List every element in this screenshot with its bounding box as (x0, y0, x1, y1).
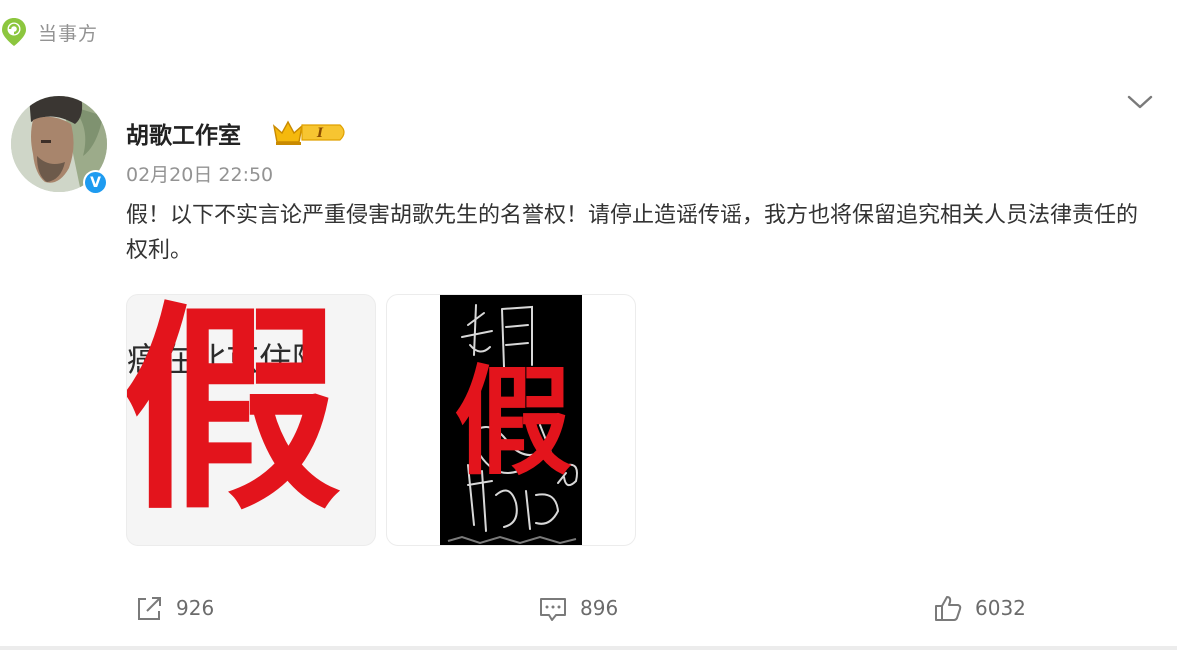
card-divider (0, 646, 1177, 650)
chevron-down-icon[interactable] (1126, 92, 1154, 112)
thumbs-up-icon (933, 593, 963, 623)
verified-badge-icon: V (83, 170, 108, 195)
comment-count: 896 (580, 596, 619, 620)
post-image-2[interactable]: 假 (386, 294, 636, 546)
like-count: 6032 (975, 596, 1026, 620)
repost-button[interactable]: 926 (134, 590, 214, 626)
signature-image-panel: 假 (440, 295, 582, 545)
image-overlay-text: 假 (454, 353, 573, 491)
comment-button[interactable]: 896 (538, 590, 618, 626)
post-image-1[interactable]: 癌在北京住院 假 (126, 294, 376, 546)
post-timestamp[interactable]: 02月20日 22:50 (126, 160, 273, 187)
location-pin-icon (0, 16, 28, 48)
vip-level: I (316, 126, 324, 141)
image-overlay-text: 假 (126, 294, 342, 539)
verified-v-icon: V (85, 172, 106, 193)
repost-count: 926 (176, 596, 215, 620)
source-tag: 当事方 (0, 16, 98, 48)
post-text: 假！以下不实言论严重侵害胡歌先生的名誉权！请停止造谣传谣，我方也将保留追究相关人… (126, 203, 1139, 263)
share-icon (134, 593, 164, 623)
comment-icon (538, 593, 568, 623)
vip-crown-badge-icon[interactable]: I (272, 117, 350, 147)
author-name[interactable]: 胡歌工作室 (126, 116, 241, 150)
like-button[interactable]: 6032 (933, 590, 1026, 626)
source-tag-label: 当事方 (38, 22, 99, 45)
